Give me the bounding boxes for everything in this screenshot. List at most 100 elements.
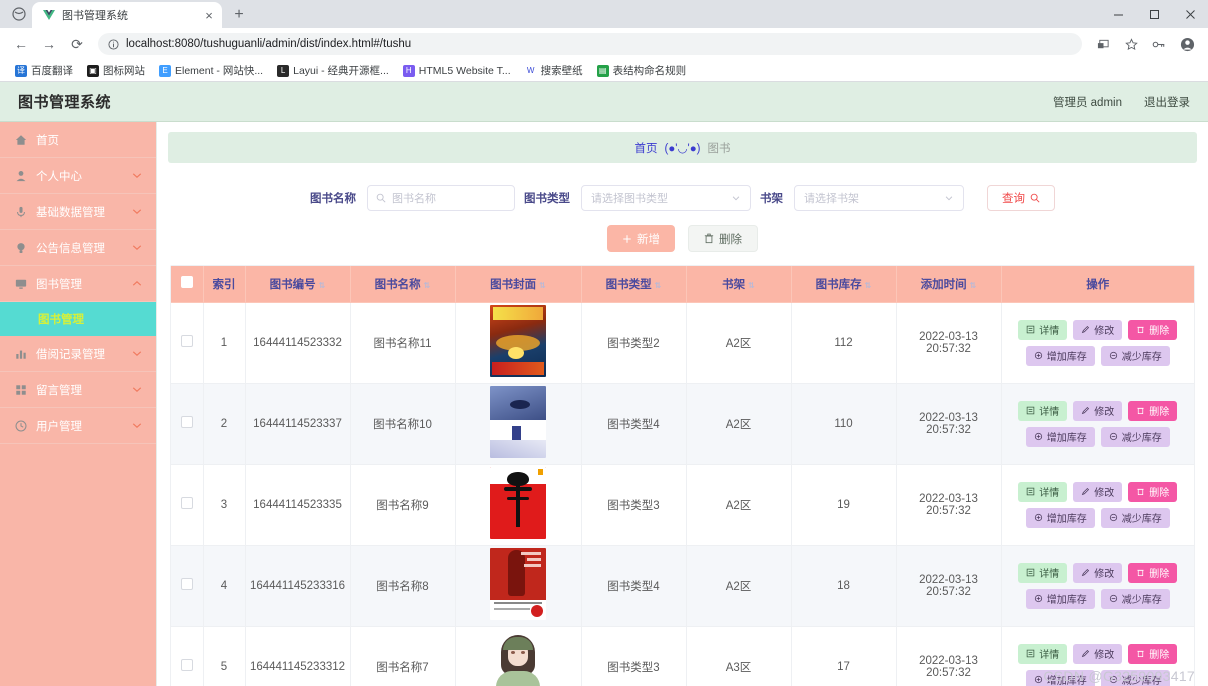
table-header-cover[interactable]: 图书封面⇅	[455, 266, 581, 302]
anime-girl-green-cover[interactable]	[490, 629, 546, 686]
row-dec-button[interactable]: 减少库存	[1101, 589, 1170, 609]
sidebar-item-4[interactable]: 图书管理	[0, 266, 156, 302]
select-all-checkbox[interactable]	[181, 276, 193, 288]
minimize-icon[interactable]	[1100, 0, 1136, 28]
chevron-down-icon[interactable]	[132, 208, 142, 215]
address-bar[interactable]: localhost:8080/tushuguanli/admin/dist/in…	[98, 33, 1082, 55]
row-delete-button[interactable]: 删除	[1128, 482, 1177, 502]
row-dec-button[interactable]: 减少库存	[1101, 427, 1170, 447]
new-tab-button[interactable]: +	[226, 2, 252, 28]
sort-toggle-icon[interactable]: ⇅	[539, 281, 546, 290]
sidebar-item-7[interactable]: 用户管理	[0, 408, 156, 444]
row-edit-button[interactable]: 修改	[1073, 482, 1122, 502]
row-dec-button[interactable]: 减少库存	[1101, 346, 1170, 366]
sidebar-item-1[interactable]: 个人中心	[0, 158, 156, 194]
star-icon[interactable]	[1118, 31, 1144, 57]
bookmark-item[interactable]: ▣图标网站	[80, 63, 152, 78]
row-detail-button[interactable]: 详情	[1018, 644, 1067, 664]
sort-toggle-icon[interactable]: ⇅	[970, 281, 977, 290]
red-black-tree-cover[interactable]	[490, 467, 546, 539]
chevron-down-icon[interactable]	[132, 172, 142, 179]
profile-icon[interactable]	[1174, 31, 1200, 57]
sort-toggle-icon[interactable]: ⇅	[865, 281, 872, 290]
row-detail-button[interactable]: 详情	[1018, 482, 1067, 502]
delete-button[interactable]: 删除	[688, 225, 758, 252]
table-header-name[interactable]: 图书名称⇅	[350, 266, 455, 302]
row-checkbox[interactable]	[181, 497, 193, 509]
cell-added: 2022-03-13 20:57:32	[896, 302, 1001, 383]
back-icon[interactable]: ←	[8, 31, 34, 57]
row-inc-button[interactable]: 增加库存	[1026, 346, 1095, 366]
breadcrumb-home-link[interactable]: 首页	[635, 140, 658, 156]
bookmark-label: Element - 网站快...	[175, 63, 263, 78]
sort-toggle-icon[interactable]: ⇅	[655, 281, 662, 290]
browser-tab[interactable]: 图书管理系统 ×	[32, 2, 222, 28]
book-name-input[interactable]: 图书名称	[367, 185, 515, 211]
book-type-select[interactable]: 请选择图书类型	[581, 185, 751, 211]
row-detail-button[interactable]: 详情	[1018, 401, 1067, 421]
bookmark-item[interactable]: 译百度翻译	[8, 63, 80, 78]
maximize-icon[interactable]	[1136, 0, 1172, 28]
sidebar-item-0[interactable]: 首页	[0, 122, 156, 158]
sidebar-item-5[interactable]: 借阅记录管理	[0, 336, 156, 372]
table-header-stock[interactable]: 图书库存⇅	[791, 266, 896, 302]
chevron-down-icon[interactable]	[132, 422, 142, 429]
sidebar-item-label: 图书管理	[36, 276, 123, 292]
table-header-code[interactable]: 图书编号⇅	[245, 266, 350, 302]
bookmark-item[interactable]: LLayui - 经典开源框...	[270, 63, 396, 78]
row-delete-button[interactable]: 删除	[1128, 563, 1177, 583]
row-edit-button[interactable]: 修改	[1073, 644, 1122, 664]
key-icon[interactable]	[1146, 31, 1172, 57]
shelf-select[interactable]: 请选择书架	[794, 185, 964, 211]
table-header-type[interactable]: 图书类型⇅	[581, 266, 686, 302]
sidebar-item-6[interactable]: 留言管理	[0, 372, 156, 408]
sidebar-item-3[interactable]: 公告信息管理	[0, 230, 156, 266]
table-header-shelf[interactable]: 书架⇅	[686, 266, 791, 302]
row-delete-button[interactable]: 删除	[1128, 644, 1177, 664]
logout-link[interactable]: 退出登录	[1144, 94, 1190, 110]
row-detail-button[interactable]: 详情	[1018, 320, 1067, 340]
sort-toggle-icon[interactable]: ⇅	[319, 281, 326, 290]
row-inc-button[interactable]: 增加库存	[1026, 589, 1095, 609]
close-window-icon[interactable]	[1172, 0, 1208, 28]
chevron-down-icon[interactable]	[132, 350, 142, 357]
row-checkbox[interactable]	[181, 335, 193, 347]
bookmark-item[interactable]: HHTML5 Website T...	[396, 65, 518, 77]
red-dress-figure-cover[interactable]	[490, 548, 546, 620]
row-checkbox[interactable]	[181, 416, 193, 428]
row-inc-button[interactable]: 增加库存	[1026, 508, 1095, 528]
chevron-down-icon[interactable]	[132, 386, 142, 393]
chrome-app-menu-icon[interactable]	[6, 0, 32, 28]
add-button[interactable]: 新增	[607, 225, 675, 252]
cast-icon[interactable]	[1090, 31, 1116, 57]
sidebar-item-2[interactable]: 基础数据管理	[0, 194, 156, 230]
row-checkbox[interactable]	[181, 578, 193, 590]
row-checkbox[interactable]	[181, 659, 193, 671]
bookmark-item[interactable]: W搜索壁纸	[518, 63, 590, 78]
row-dec-button[interactable]: 减少库存	[1101, 670, 1170, 686]
forward-icon[interactable]: →	[36, 31, 62, 57]
row-inc-button[interactable]: 增加库存	[1026, 427, 1095, 447]
row-delete-button[interactable]: 删除	[1128, 320, 1177, 340]
sort-toggle-icon[interactable]: ⇅	[748, 281, 755, 290]
blue-portrait-book-cover[interactable]	[490, 386, 546, 458]
chevron-up-icon[interactable]	[132, 280, 142, 287]
chevron-down-icon[interactable]	[132, 244, 142, 251]
table-header-added[interactable]: 添加时间⇅	[896, 266, 1001, 302]
row-delete-button[interactable]: 删除	[1128, 401, 1177, 421]
row-edit-button[interactable]: 修改	[1073, 320, 1122, 340]
reload-icon[interactable]: ⟳	[64, 31, 90, 57]
row-edit-button[interactable]: 修改	[1073, 401, 1122, 421]
close-icon[interactable]: ×	[202, 8, 216, 22]
sort-toggle-icon[interactable]: ⇅	[424, 281, 431, 290]
row-delete-label: 删除	[1149, 484, 1169, 499]
row-detail-button[interactable]: 详情	[1018, 563, 1067, 583]
row-dec-button[interactable]: 减少库存	[1101, 508, 1170, 528]
bookmark-item[interactable]: EElement - 网站快...	[152, 63, 270, 78]
row-edit-button[interactable]: 修改	[1073, 563, 1122, 583]
bookmark-item[interactable]: ▤表结构命名规则	[590, 63, 694, 78]
row-inc-button[interactable]: 增加库存	[1026, 670, 1095, 686]
scifi-world-magazine-cover[interactable]	[490, 305, 546, 377]
sidebar-submenu-item-book-management[interactable]: 图书管理	[0, 302, 156, 336]
search-button[interactable]: 查询	[987, 185, 1055, 211]
